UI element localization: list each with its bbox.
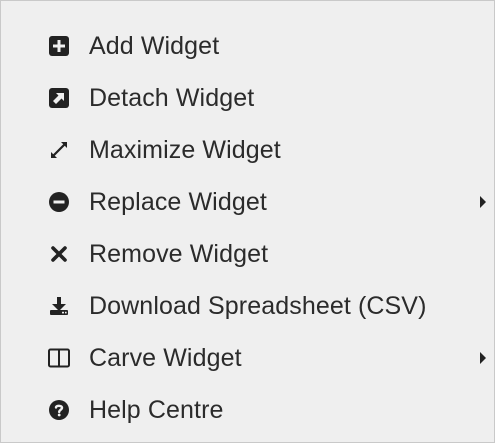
menu-item-label: Add Widget [89, 31, 220, 60]
menu-item-replace-widget[interactable]: Replace Widget [1, 176, 494, 228]
menu-item-add-widget[interactable]: Add Widget [1, 20, 494, 72]
caret-right-icon [478, 195, 488, 209]
menu-item-label: Download Spreadsheet (CSV) [89, 291, 427, 320]
widget-context-menu: Add Widget Detach Widget Maximize Widget [0, 0, 495, 443]
external-link-square-icon [47, 86, 71, 110]
menu-item-remove-widget[interactable]: Remove Widget [1, 228, 494, 280]
download-icon [47, 294, 71, 318]
menu-item-label: Remove Widget [89, 239, 269, 268]
caret-right-icon [478, 351, 488, 365]
menu-item-maximize-widget[interactable]: Maximize Widget [1, 124, 494, 176]
menu-item-carve-widget[interactable]: Carve Widget [1, 332, 494, 384]
columns-icon [47, 346, 71, 370]
menu-item-download-spreadsheet[interactable]: Download Spreadsheet (CSV) [1, 280, 494, 332]
expand-arrows-icon [47, 138, 71, 162]
menu-item-label: Replace Widget [89, 187, 267, 216]
menu-item-detach-widget[interactable]: Detach Widget [1, 72, 494, 124]
plus-square-icon [47, 34, 71, 58]
menu-item-label: Help Centre [89, 395, 224, 424]
question-circle-icon [47, 398, 71, 422]
menu-item-label: Carve Widget [89, 343, 242, 372]
times-icon [47, 242, 71, 266]
menu-item-label: Detach Widget [89, 83, 255, 112]
menu-item-help-centre[interactable]: Help Centre [1, 384, 494, 436]
minus-circle-icon [47, 190, 71, 214]
menu-item-label: Maximize Widget [89, 135, 281, 164]
